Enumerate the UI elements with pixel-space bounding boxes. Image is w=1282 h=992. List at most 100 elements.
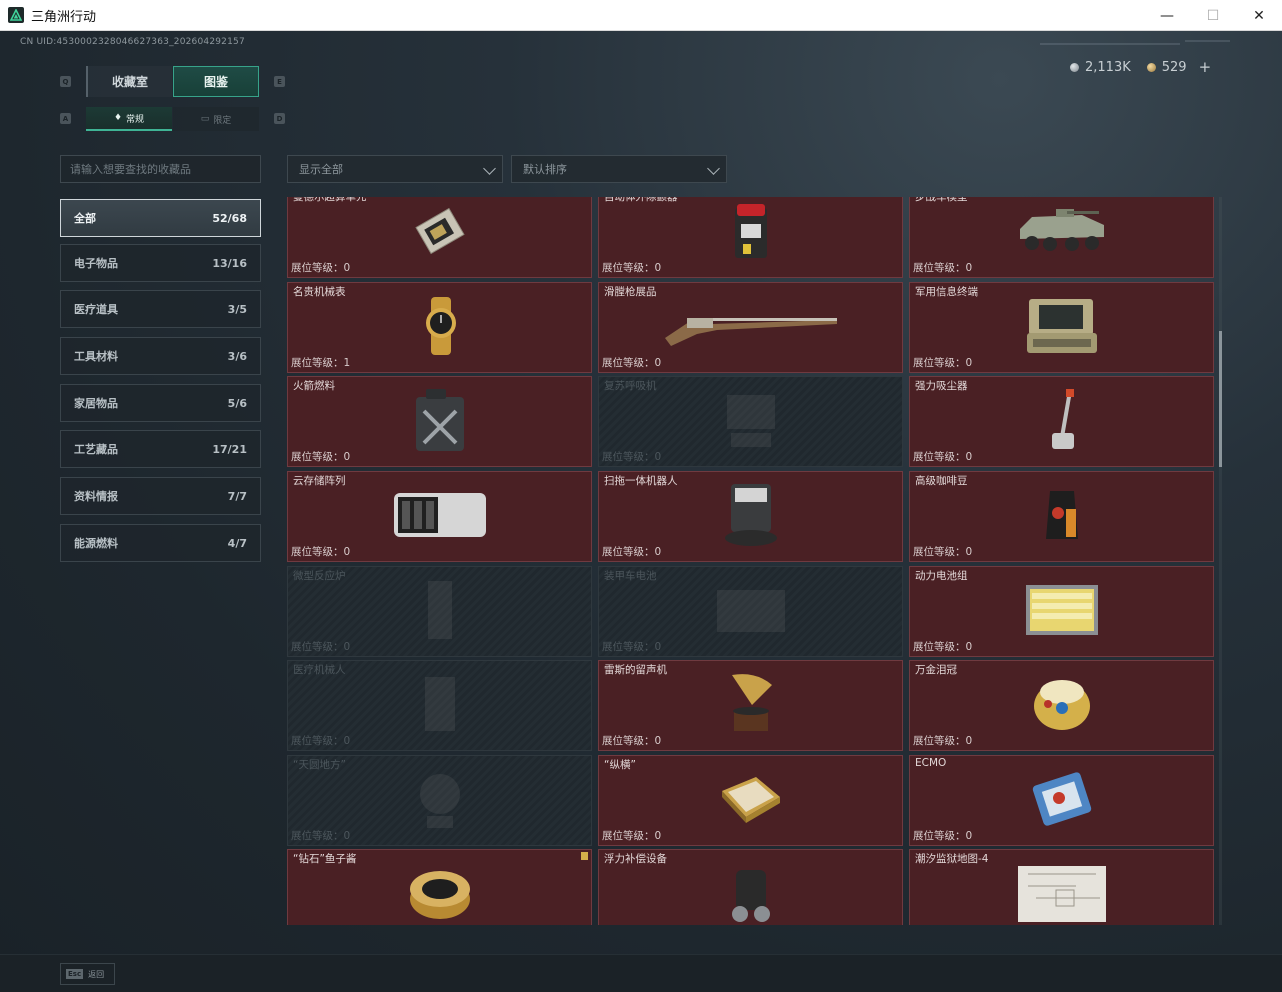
tab-atlas[interactable]: 图鉴 bbox=[173, 66, 259, 97]
back-button[interactable]: Esc 返回 bbox=[60, 963, 115, 985]
card-display-level: 展位等级：0 bbox=[913, 357, 973, 369]
chevron-down-icon bbox=[483, 162, 496, 175]
card-item-name: 曼德尔超算单元 bbox=[293, 197, 367, 203]
battery-icon bbox=[711, 582, 791, 642]
collection-card[interactable]: 自动体外除颤器 展位等级：0 bbox=[598, 197, 903, 278]
gpu-icon bbox=[409, 200, 471, 266]
category-count: 17/21 bbox=[212, 442, 247, 456]
card-item-name: 雷斯的留声机 bbox=[604, 664, 667, 676]
collection-card[interactable]: 装甲车电池 展位等级：0 bbox=[598, 566, 903, 657]
ventilator-icon bbox=[721, 389, 781, 455]
background-streak bbox=[1185, 40, 1230, 42]
card-item-name: 名贵机械表 bbox=[293, 286, 346, 298]
card-display-level: 展位等级：0 bbox=[913, 451, 973, 463]
card-display-level: 展位等级：0 bbox=[291, 641, 351, 653]
coffee-bag-icon bbox=[1042, 485, 1082, 549]
card-item-name: 滑膛枪展品 bbox=[604, 286, 657, 298]
silver-coin-icon bbox=[1070, 62, 1079, 72]
collection-grid: 曼德尔超算单元 展位等级：0 自动体外除颤器 展位等级：0 步战车模型 展位等级：0 名贵机… bbox=[287, 197, 1215, 925]
card-item-name: 动力电池组 bbox=[915, 570, 968, 582]
scrollbar-thumb[interactable] bbox=[1219, 331, 1222, 467]
collection-card[interactable]: 医疗机械人 展位等级：0 bbox=[287, 660, 592, 751]
category-item[interactable]: 工具材料 3/6 bbox=[60, 337, 261, 375]
collection-card[interactable]: 万金泪冠展位等级：0 bbox=[909, 660, 1214, 751]
category-item[interactable]: 工艺藏品 17/21 bbox=[60, 430, 261, 468]
collection-card[interactable]: 动力电池组 展位等级：0 bbox=[909, 566, 1214, 657]
collection-card[interactable]: 复苏呼吸机展位等级：0 bbox=[598, 376, 903, 467]
subtab-normal[interactable]: ♦ 常规 bbox=[86, 107, 172, 131]
battery-pack-icon bbox=[1022, 579, 1102, 645]
collection-card[interactable]: 滑膛枪展品 展位等级：0 bbox=[598, 282, 903, 373]
collection-card[interactable]: 云存储阵列 展位等级：0 bbox=[287, 471, 592, 562]
collection-card[interactable]: 强力吸尘器展位等级：0 bbox=[909, 376, 1214, 467]
card-item-name: 万金泪冠 bbox=[915, 664, 957, 676]
card-display-level: 展位等级：0 bbox=[291, 451, 351, 463]
key-hint-q: Q bbox=[60, 76, 71, 87]
collection-card[interactable]: 浮力补偿设备 bbox=[598, 849, 903, 925]
card-display-level: 展位等级：0 bbox=[602, 830, 662, 842]
add-currency-button[interactable]: + bbox=[1199, 58, 1212, 76]
collection-card[interactable]: “钻石”鱼子酱 bbox=[287, 849, 592, 925]
collection-card[interactable]: 微型反应炉 展位等级：0 bbox=[287, 566, 592, 657]
collection-card[interactable]: 高级咖啡豆 展位等级：0 bbox=[909, 471, 1214, 562]
gold-amount: 529 bbox=[1161, 59, 1187, 75]
currency-display: 2,113K 529 + bbox=[1070, 58, 1211, 76]
card-display-level: 展位等级：0 bbox=[913, 830, 973, 842]
card-display-level: 展位等级：0 bbox=[602, 546, 662, 558]
player-uid: CN UID:4530002328046627363_202604292157 bbox=[20, 37, 245, 47]
sort-dropdown[interactable]: 默认排序 bbox=[511, 155, 727, 183]
category-item[interactable]: 资料情报 7/7 bbox=[60, 477, 261, 515]
collection-card[interactable]: ECMO 展位等级：0 bbox=[909, 755, 1214, 846]
robot-vacuum-icon bbox=[723, 482, 779, 552]
card-display-level: 展位等级：0 bbox=[602, 735, 662, 747]
fuel-can-icon bbox=[412, 387, 468, 457]
category-item[interactable]: 能源燃料 4/7 bbox=[60, 524, 261, 562]
category-count: 3/6 bbox=[227, 349, 247, 363]
card-item-name: “纵横” bbox=[604, 759, 636, 771]
collection-card[interactable]: 步战车模型 展位等级：0 bbox=[909, 197, 1214, 278]
maximize-button[interactable]: ☐ bbox=[1190, 0, 1236, 31]
category-item[interactable]: 家居物品 5/6 bbox=[60, 384, 261, 422]
vacuum-icon bbox=[1042, 387, 1082, 457]
collection-card[interactable]: “天圆地方” 展位等级：0 bbox=[287, 755, 592, 846]
scrollbar-track[interactable] bbox=[1219, 197, 1222, 925]
collection-card[interactable]: 军用信息终端 展位等级：0 bbox=[909, 282, 1214, 373]
card-item-name: 医疗机械人 bbox=[293, 664, 346, 676]
crown-icon bbox=[1030, 670, 1094, 742]
trophy-icon: ♦ bbox=[113, 113, 123, 123]
new-badge-icon bbox=[581, 852, 588, 860]
category-item[interactable]: 医疗道具 3/5 bbox=[60, 290, 261, 328]
card-display-level: 展位等级：0 bbox=[913, 735, 973, 747]
globe-icon bbox=[415, 766, 465, 836]
card-item-name: 浮力补偿设备 bbox=[604, 853, 667, 865]
collection-card[interactable]: 雷斯的留声机 展位等级：0 bbox=[598, 660, 903, 751]
card-item-name: 步战车模型 bbox=[915, 197, 968, 203]
subtab-limited[interactable]: ▭ 限定 bbox=[173, 107, 259, 131]
close-button[interactable]: ✕ bbox=[1236, 0, 1282, 31]
bcd-icon bbox=[726, 860, 776, 926]
collection-card[interactable]: 曼德尔超算单元 展位等级：0 bbox=[287, 197, 592, 278]
tab-collection-room[interactable]: 收藏室 bbox=[86, 66, 172, 97]
search-input[interactable]: 请输入想要查找的收藏品 bbox=[60, 155, 261, 183]
card-display-level: 展位等级：0 bbox=[602, 262, 662, 274]
collection-card[interactable]: 潮汐监狱地图-4 bbox=[909, 849, 1214, 925]
collection-card[interactable]: “纵横” 展位等级：0 bbox=[598, 755, 903, 846]
card-item-name: 复苏呼吸机 bbox=[604, 380, 657, 392]
card-item-name: 扫拖一体机器人 bbox=[604, 475, 678, 487]
gramophone-icon bbox=[726, 671, 776, 741]
card-item-name: 强力吸尘器 bbox=[915, 380, 968, 392]
silver-amount: 2,113K bbox=[1085, 59, 1131, 75]
collection-card[interactable]: 火箭燃料 展位等级：0 bbox=[287, 376, 592, 467]
card-display-level: 展位等级：0 bbox=[913, 546, 973, 558]
minimize-button[interactable]: — bbox=[1144, 0, 1190, 31]
musket-icon bbox=[661, 300, 841, 356]
collection-card[interactable]: 扫拖一体机器人 展位等级：0 bbox=[598, 471, 903, 562]
filter-dropdown[interactable]: 显示全部 bbox=[287, 155, 503, 183]
category-item[interactable]: 电子物品 13/16 bbox=[60, 244, 261, 282]
category-label: 电子物品 bbox=[74, 257, 118, 270]
key-hint-d: D bbox=[274, 113, 285, 124]
collection-card[interactable]: 名贵机械表 展位等级：1 bbox=[287, 282, 592, 373]
card-display-level: 展位等级：0 bbox=[602, 451, 662, 463]
category-item[interactable]: 全部 52/68 bbox=[60, 199, 261, 237]
storage-array-icon bbox=[390, 483, 490, 551]
